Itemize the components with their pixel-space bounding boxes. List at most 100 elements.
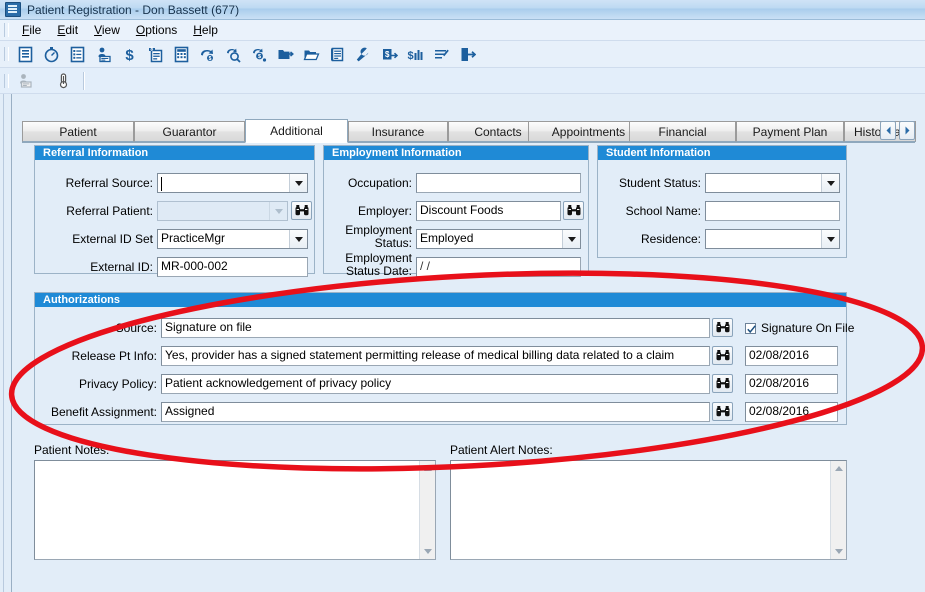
toolbar2-drag-handle[interactable] [4, 73, 9, 88]
occupation-label: Occupation: [347, 176, 412, 190]
tab-payment-plan[interactable]: Payment Plan [736, 121, 844, 142]
employment-information-title: Employment Information [324, 146, 588, 160]
benefit-assignment-label: Benefit Assignment: [50, 405, 157, 419]
scroll-up-button[interactable] [831, 461, 846, 476]
tab-additional[interactable]: Additional [245, 119, 348, 143]
chevron-down-icon[interactable] [821, 174, 839, 192]
toolbar-drag-handle[interactable] [4, 47, 9, 61]
scroll-down-button[interactable] [420, 544, 435, 559]
thermometer-icon[interactable] [52, 70, 75, 92]
menu-item-options[interactable]: Options [128, 21, 185, 39]
scroll-down-button[interactable] [831, 544, 846, 559]
source-input[interactable]: Signature on file [161, 318, 710, 338]
patient-notes-textarea[interactable] [34, 460, 436, 560]
gutter-divider [3, 94, 4, 592]
binoculars-icon [716, 322, 729, 333]
folder-out-icon[interactable] [274, 43, 297, 65]
statement-icon[interactable] [326, 43, 349, 65]
tab-bar: Patient Guarantor Additional Insurance C… [22, 119, 916, 143]
chevron-right-icon [905, 126, 909, 135]
privacy-policy-lookup-button[interactable] [712, 374, 733, 393]
employment-status-combo[interactable]: Employed [416, 229, 581, 249]
benefit-assignment-lookup-button[interactable] [712, 402, 733, 421]
patient-alert-notes-scrollbar[interactable] [830, 461, 846, 559]
triangle-down-icon [423, 549, 432, 554]
scroll-tabs-left-button[interactable] [880, 121, 896, 140]
school-name-input[interactable] [705, 201, 840, 221]
referral-patient-lookup-button[interactable] [291, 201, 312, 220]
release-pt-info-lookup-button[interactable] [712, 346, 733, 365]
menu-item-help[interactable]: Help [185, 21, 226, 39]
transfer-balance-icon[interactable]: $ [378, 43, 401, 65]
authorizations-title: Authorizations [35, 293, 846, 307]
exit-icon[interactable] [456, 43, 479, 65]
svg-text:$: $ [407, 50, 413, 62]
scroll-tabs-right-button[interactable] [899, 121, 915, 140]
patient-registration-window: Patient Registration - Don Bassett (677)… [0, 0, 925, 592]
patient-notes-scrollbar[interactable] [419, 461, 435, 559]
dollar-chart-icon[interactable]: $ [404, 43, 427, 65]
source-lookup-button[interactable] [712, 318, 733, 337]
claim-arrow-icon[interactable]: $ [196, 43, 219, 65]
referral-information-body: Referral Source: Referral Patient: Exter… [35, 160, 314, 277]
tab-label: Payment Plan [752, 124, 828, 139]
calculator-icon[interactable] [170, 43, 193, 65]
tab-guarantor[interactable]: Guarantor [134, 121, 245, 142]
tab-label: Patient [59, 124, 97, 139]
svg-text:$: $ [125, 47, 134, 63]
checkbox-box[interactable] [745, 322, 756, 334]
occupation-input[interactable] [416, 173, 581, 193]
tab-insurance[interactable]: Insurance [348, 121, 448, 142]
referral-source-value [158, 174, 290, 192]
release-pt-info-date-input[interactable]: 02/08/2016 [745, 346, 838, 366]
employer-input[interactable]: Discount Foods [416, 201, 561, 221]
employer-label: Employer: [357, 204, 412, 218]
residence-combo[interactable] [705, 229, 840, 249]
patient-alert-notes-textarea[interactable] [450, 460, 847, 560]
patient-alert-notes-label: Patient Alert Notes: [450, 443, 553, 457]
dollar-icon[interactable]: $ [118, 43, 141, 65]
scroll-up-button[interactable] [420, 461, 435, 476]
tab-financial[interactable]: Financial [629, 121, 736, 142]
benefit-assignment-date-input[interactable]: 02/08/2016 [745, 402, 838, 422]
refund-icon[interactable]: $ [248, 43, 271, 65]
tab-patient[interactable]: Patient [22, 121, 134, 142]
student-information-body: Student Status: School Name: Residence: [598, 160, 846, 257]
menu-item-edit[interactable]: Edit [49, 21, 86, 39]
stopwatch-icon[interactable] [40, 43, 63, 65]
menu-item-view[interactable]: View [86, 21, 128, 39]
privacy-policy-date-input[interactable]: 02/08/2016 [745, 374, 838, 394]
menu-item-file[interactable]: FFileile [14, 21, 49, 39]
checklist-icon[interactable] [66, 43, 89, 65]
referral-source-combo[interactable] [157, 173, 308, 193]
student-information-title: Student Information [598, 146, 846, 160]
external-id-label: External ID: [90, 260, 153, 274]
external-id-input[interactable]: MR-000-002 [157, 257, 308, 277]
edit-list-icon[interactable] [430, 43, 453, 65]
student-status-combo[interactable] [705, 173, 840, 193]
wrench-icon[interactable] [352, 43, 375, 65]
folder-open-icon[interactable] [300, 43, 323, 65]
chevron-down-icon[interactable] [821, 230, 839, 248]
check-icon [747, 324, 756, 333]
authorizations-body: Source: Signature on file Signature On F… [35, 307, 854, 424]
chevron-down-icon[interactable] [289, 230, 307, 248]
svg-text:$: $ [209, 56, 212, 62]
signature-on-file-checkbox[interactable]: Signature On File [745, 321, 854, 335]
payment-document-icon[interactable]: $ [144, 43, 167, 65]
tab-label: Additional [270, 124, 323, 138]
patient-card-icon[interactable] [92, 43, 115, 65]
client-area: Patient Guarantor Additional Insurance C… [12, 94, 925, 592]
privacy-policy-input[interactable]: Patient acknowledgement of privacy polic… [161, 374, 710, 394]
employer-lookup-button[interactable] [563, 201, 584, 220]
chevron-down-icon[interactable] [289, 174, 307, 192]
claim-search-icon[interactable] [222, 43, 245, 65]
employment-status-date-input[interactable]: / / [416, 257, 581, 277]
benefit-assignment-input[interactable]: Assigned [161, 402, 710, 422]
release-pt-info-input[interactable]: Yes, provider has a signed statement per… [161, 346, 710, 366]
menu-drag-handle[interactable] [4, 23, 9, 37]
chevron-down-icon[interactable] [562, 230, 580, 248]
list-document-icon[interactable] [14, 43, 37, 65]
referral-patient-combo[interactable] [157, 201, 288, 221]
external-id-set-combo[interactable]: PracticeMgr [157, 229, 308, 249]
